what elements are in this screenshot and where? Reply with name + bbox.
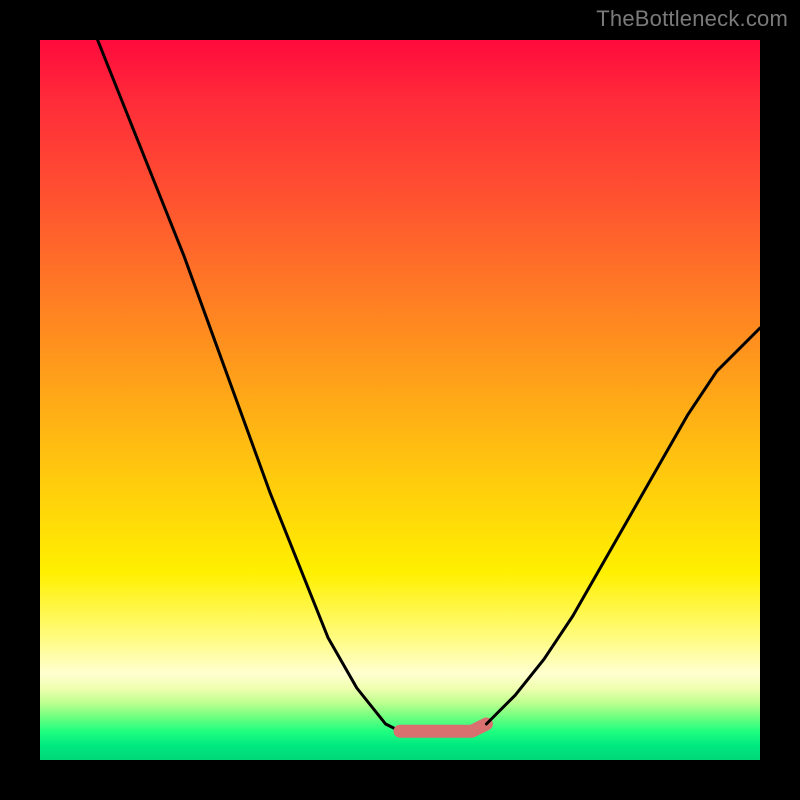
chart-frame: TheBottleneck.com (0, 0, 800, 800)
plot-area (40, 40, 760, 760)
chart-svg (40, 40, 760, 760)
series-curve-left (98, 40, 415, 731)
series-flat-bottom (400, 724, 486, 731)
watermark-text: TheBottleneck.com (596, 6, 788, 32)
series-curve-right (486, 328, 760, 724)
